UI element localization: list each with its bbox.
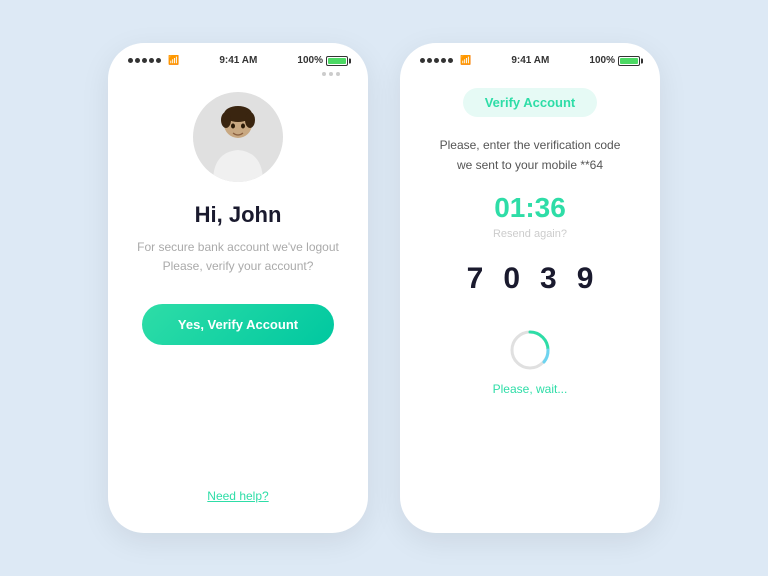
battery-pct-1: 100% <box>297 55 323 66</box>
verify-account-button[interactable]: Yes, Verify Account <box>142 304 334 345</box>
battery-pct-2: 100% <box>589 55 615 66</box>
battery-fill-1 <box>328 58 346 64</box>
signal-dots-1 <box>128 58 161 63</box>
avatar-image <box>193 92 283 182</box>
code-digit-3: 3 <box>540 262 557 296</box>
code-digit-2: 0 <box>503 262 520 296</box>
status-battery-2: 100% <box>589 55 640 66</box>
signal-dot <box>448 58 453 63</box>
phone-screen-1: 📶 9:41 AM 100% <box>108 43 368 533</box>
more-dot <box>329 72 333 76</box>
spinner-icon <box>508 328 552 372</box>
phone-content-2: Verify Account Please, enter the verific… <box>400 72 660 533</box>
more-dot <box>336 72 340 76</box>
code-digit-4: 9 <box>577 262 594 296</box>
status-bar-2: 📶 9:41 AM 100% <box>400 43 660 72</box>
status-time-1: 9:41 AM <box>219 55 257 66</box>
battery-fill-2 <box>620 58 638 64</box>
screens-container: 📶 9:41 AM 100% <box>108 43 660 533</box>
loading-indicator: Please, wait... <box>493 328 568 396</box>
signal-dot <box>434 58 439 63</box>
signal-dot <box>135 58 140 63</box>
signal-dot <box>142 58 147 63</box>
status-left-1: 📶 <box>128 55 179 66</box>
status-battery-1: 100% <box>297 55 348 66</box>
resend-link[interactable]: Resend again? <box>493 228 567 240</box>
signal-dot <box>149 58 154 63</box>
verify-account-badge: Verify Account <box>463 88 598 117</box>
signal-dot <box>128 58 133 63</box>
code-digits-container: 7 0 3 9 <box>467 262 594 296</box>
battery-bar-1 <box>326 56 348 66</box>
wifi-icon-2: 📶 <box>460 55 471 66</box>
signal-dot <box>420 58 425 63</box>
more-dot <box>322 72 326 76</box>
wifi-icon-1: 📶 <box>168 55 179 66</box>
please-wait-label: Please, wait... <box>493 382 568 396</box>
avatar <box>193 92 283 182</box>
verify-description: Please, enter the verification codewe se… <box>440 135 621 176</box>
signal-dot <box>427 58 432 63</box>
phone-screen-2: 📶 9:41 AM 100% Verify Account Please, en… <box>400 43 660 533</box>
signal-dot <box>156 58 161 63</box>
status-time-2: 9:41 AM <box>511 55 549 66</box>
help-link[interactable]: Need help? <box>207 489 268 503</box>
phone-content-1: Hi, John For secure bank account we've l… <box>108 72 368 533</box>
signal-dot <box>441 58 446 63</box>
more-dots <box>322 72 344 76</box>
status-bar-1: 📶 9:41 AM 100% <box>108 43 368 72</box>
signal-dots-2 <box>420 58 453 63</box>
greeting-name: Hi, John <box>195 202 282 228</box>
code-digit-1: 7 <box>467 262 484 296</box>
countdown-timer: 01:36 <box>494 192 566 224</box>
battery-bar-2 <box>618 56 640 66</box>
status-left-2: 📶 <box>420 55 471 66</box>
greeting-subtitle: For secure bank account we've logout Ple… <box>132 238 344 276</box>
